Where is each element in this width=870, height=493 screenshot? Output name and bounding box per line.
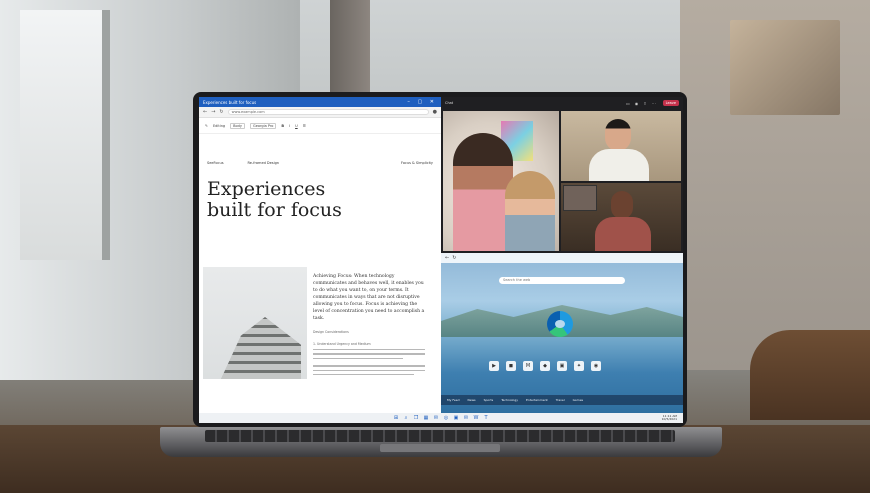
profile-icon[interactable]: ● (433, 109, 437, 115)
teams-icon[interactable]: T (483, 415, 489, 421)
task-view-icon[interactable]: ❐ (413, 415, 419, 421)
building-shape (221, 317, 301, 379)
editing-mode[interactable]: Editing (213, 124, 225, 128)
share-icon[interactable]: ⇪ (643, 101, 646, 106)
laptop-keyboard (205, 430, 675, 442)
participant-body (595, 217, 651, 251)
document-body: Achieving Focus: When technology communi… (313, 273, 425, 376)
quick-link-tile[interactable]: ◼ (506, 361, 516, 371)
mail-icon[interactable]: ✉ (463, 415, 469, 421)
text-line (313, 349, 425, 351)
page-header-center: Re-framed Design (247, 161, 280, 165)
quick-link-tile[interactable]: M (523, 361, 533, 371)
back-icon[interactable]: ← (203, 109, 207, 115)
feed-tab[interactable]: Technology (501, 398, 518, 402)
document-window: Experiences built for focus – ▢ ✕ ← → ↻ … (199, 97, 441, 413)
participant-tile-top-right[interactable] (561, 111, 681, 181)
call-title: Chat (445, 101, 454, 105)
quick-link-tile[interactable]: ◉ (591, 361, 601, 371)
participant-tile-main[interactable] (443, 111, 559, 251)
browser-window: ← ↻ Search the web ▶ ◼ M ◆ ▣ ✦ ◉ My Feed… (441, 253, 683, 413)
pencil-icon[interactable]: ✎ (205, 124, 208, 128)
document-title-bar[interactable]: Experiences built for focus – ▢ ✕ (199, 97, 441, 107)
feed-tab[interactable]: My Feed (447, 398, 459, 402)
page-title: Experiences built for focus (207, 179, 433, 221)
text-line (313, 353, 425, 355)
feed-tab[interactable]: News (467, 398, 475, 402)
document-ribbon: ✎ Editing Body Georgia Pro B I U ☰ (199, 118, 441, 134)
address-input[interactable]: www.example.com (227, 109, 429, 115)
feed-tab[interactable]: Sports (484, 398, 494, 402)
lead-paragraph: Achieving Focus: When technology communi… (313, 274, 425, 321)
search-icon[interactable]: ⌕ (403, 415, 409, 421)
refresh-icon[interactable]: ↻ (219, 109, 223, 115)
page-header: SeeFocus Re-framed Design Focus & Simpli… (207, 161, 433, 165)
video-call-window: Chat ▭ ◉ ⇪ ⋯ Leave (441, 97, 683, 253)
participant-head (605, 119, 631, 151)
browser-search-input[interactable]: Search the web (499, 277, 625, 284)
call-toolbar: Chat ▭ ◉ ⇪ ⋯ Leave (441, 97, 683, 109)
tray-date: 10/5/2021 (661, 417, 677, 421)
window-controls[interactable]: – ▢ ✕ (407, 99, 437, 105)
text-line (313, 369, 425, 371)
more-icon[interactable]: ⋯ (652, 101, 656, 106)
system-tray-clock[interactable]: 11:11 AM 10/5/2021 (662, 415, 677, 421)
document-address-bar: ← → ↻ www.example.com ● (199, 107, 441, 118)
feed-tab[interactable]: Travel (556, 398, 565, 402)
bold-icon[interactable]: B (281, 124, 284, 128)
page-header-right: Focus & Simplicity (400, 161, 433, 165)
architecture-image (203, 267, 307, 379)
laptop-screen: Experiences built for focus – ▢ ✕ ← → ↻ … (199, 97, 683, 423)
text-line (313, 357, 403, 360)
page-header-left: SeeFocus (207, 161, 224, 165)
list-icon[interactable]: ☰ (303, 124, 306, 128)
document-window-title: Experiences built for focus (203, 99, 257, 105)
edge-icon[interactable]: ◎ (443, 415, 449, 421)
laptop-trackpad (380, 444, 500, 452)
edge-logo-icon (547, 311, 573, 337)
leave-button[interactable]: Leave (662, 100, 679, 106)
word-icon[interactable]: W (473, 415, 479, 421)
quick-link-tile[interactable]: ◆ (540, 361, 550, 371)
store-icon[interactable]: ▣ (453, 415, 459, 421)
background-picture-frame (730, 20, 840, 115)
participant-body (589, 149, 649, 181)
refresh-icon[interactable]: ↻ (452, 255, 456, 261)
background-window (20, 10, 110, 260)
news-feed-tabs: My Feed News Sports Technology Entertain… (441, 395, 683, 405)
video-icon[interactable]: ▭ (626, 101, 630, 106)
participant-woman (453, 133, 513, 251)
background-chair (750, 330, 870, 420)
mic-icon[interactable]: ◉ (635, 101, 639, 106)
back-icon[interactable]: ← (445, 255, 449, 261)
page-title-line1: Experiences (207, 178, 326, 200)
feed-tab[interactable]: Games (573, 398, 584, 402)
taskbar: ⊞ ⌕ ❐ ▦ ✉ ◎ ▣ ✉ W T 11:11 AM 10/5/2021 (199, 413, 683, 423)
browser-toolbar: ← ↻ (441, 253, 683, 263)
widgets-icon[interactable]: ▦ (423, 415, 429, 421)
participant-child (505, 171, 555, 251)
quick-links: ▶ ◼ M ◆ ▣ ✦ ◉ (489, 361, 601, 371)
forward-icon[interactable]: → (211, 109, 215, 115)
windows-icon[interactable]: ⊞ (393, 415, 399, 421)
page-title-line2: built for focus (207, 199, 342, 221)
chat-icon[interactable]: ✉ (433, 415, 439, 421)
text-line (313, 373, 414, 376)
document-page: SeeFocus Re-framed Design Focus & Simpli… (207, 161, 433, 221)
quick-link-tile[interactable]: ▶ (489, 361, 499, 371)
text-line (313, 365, 425, 367)
quick-link-tile[interactable]: ▣ (557, 361, 567, 371)
section-subheading-2: 1. Understand Urgency and Medium (313, 342, 371, 346)
feed-tab[interactable]: Entertainment (526, 398, 548, 402)
font-select[interactable]: Georgia Pro (249, 122, 277, 129)
participant-head (611, 191, 633, 219)
italic-icon[interactable]: I (289, 124, 290, 128)
quick-link-tile[interactable]: ✦ (574, 361, 584, 371)
section-subheading: Design Considerations (313, 330, 349, 334)
self-view-tile[interactable] (563, 185, 597, 211)
style-select[interactable]: Body (230, 122, 245, 129)
underline-icon[interactable]: U (295, 124, 298, 128)
